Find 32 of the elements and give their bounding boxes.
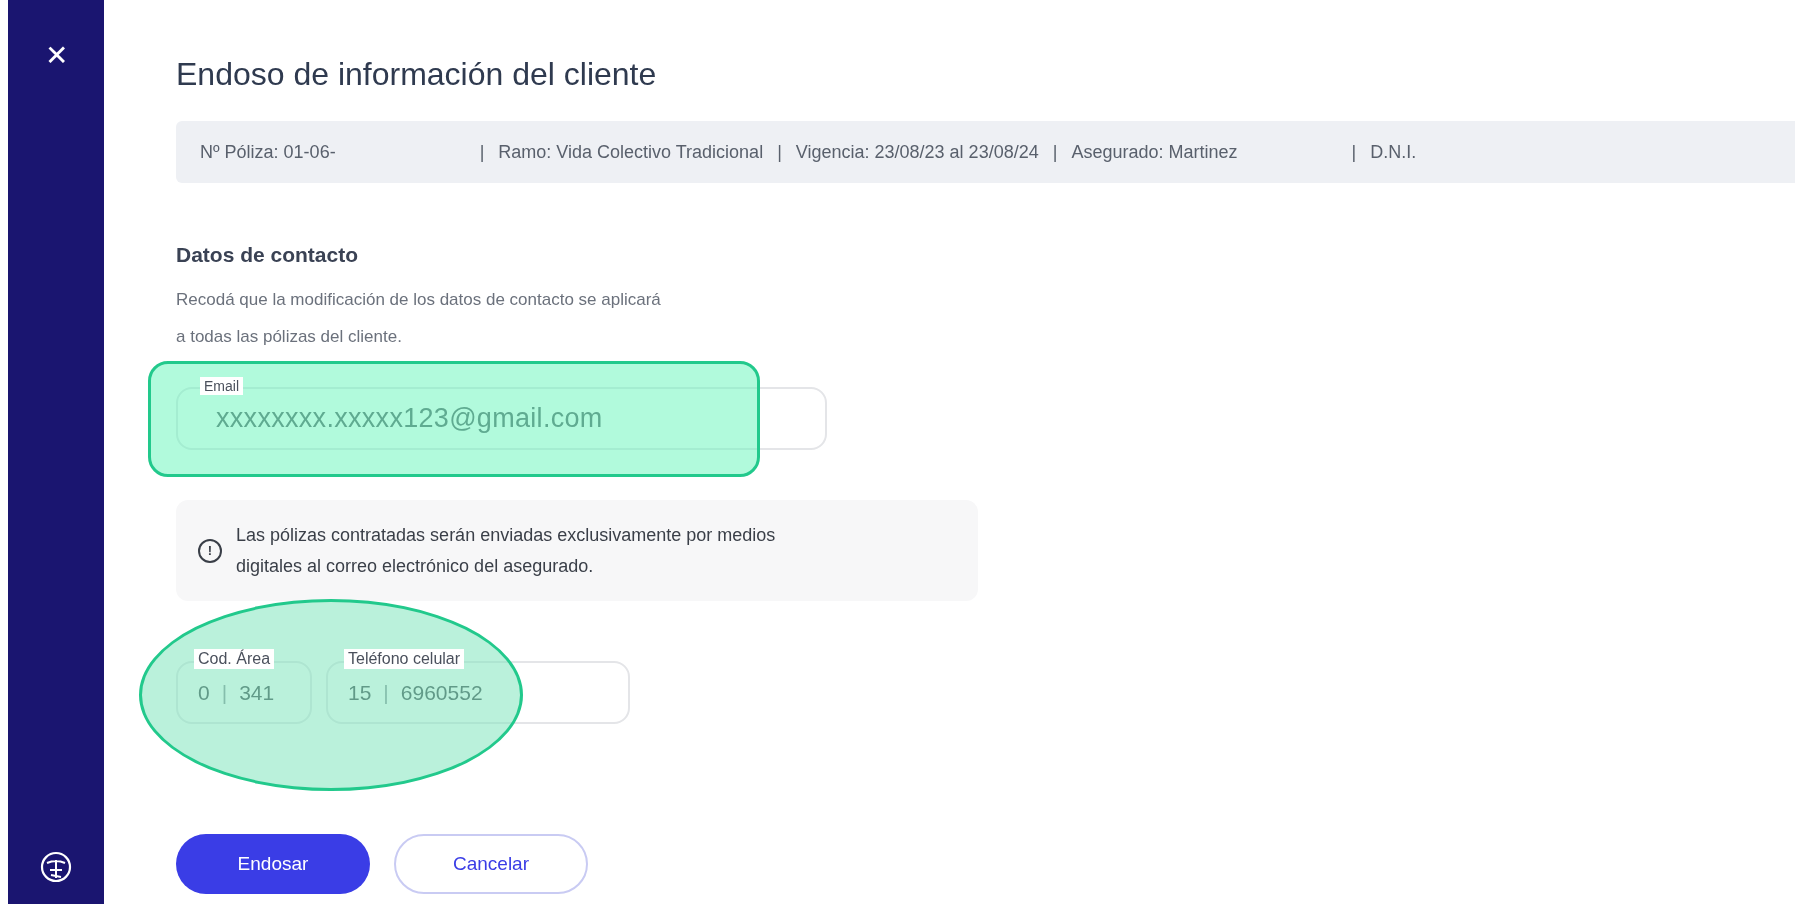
section-description: Recodá que la modificación de los datos de contacto se aplicará [176, 289, 662, 311]
area-code-field[interactable]: Cod. Área 0 | 341 [176, 649, 312, 724]
field-label: Cod. Área [194, 649, 275, 669]
email-field[interactable]: Email xxxxxxxx.xxxxx123@gmail.com [176, 377, 827, 450]
field-value: xxxxxxxx.xxxxx123@gmail.com [216, 403, 603, 434]
emblem-icon [39, 850, 73, 884]
policy-info-text: Ramo: Vida Colectivo Tradicional [498, 141, 764, 163]
notice-text: Las pólizas contratadas serán enviadas exclusivamente por medios digitales al correo electrónico del asegurado. [236, 523, 776, 578]
field-value: 341 [239, 680, 275, 705]
section-description: a todas las pólizas del cliente. [176, 326, 403, 348]
phone-field[interactable]: Teléfono celular 15 | 6960552 [326, 649, 630, 724]
endorse-button[interactable]: Endosar [176, 834, 370, 894]
policy-info-text: Nº Póliza: 01-06- [200, 141, 336, 163]
separator: | [479, 141, 485, 163]
warning-icon: ! [198, 538, 222, 563]
close-button[interactable]: ✕ [44, 42, 68, 70]
cancel-button[interactable]: Cancelar [394, 834, 588, 894]
separator: | [221, 680, 228, 705]
policy-info-text: Asegurado: Martinez [1071, 141, 1238, 163]
field-label: Teléfono celular [344, 649, 465, 669]
separator: | [777, 141, 782, 163]
field-label: Email [200, 377, 243, 395]
field-value: 6960552 [400, 680, 483, 705]
page-title: Endoso de información del cliente [176, 56, 658, 93]
policy-info-text: Vigencia: 23/08/23 al 23/08/24 [795, 141, 1039, 163]
phone-prefix: 15 [348, 680, 372, 705]
separator: | [383, 680, 389, 705]
separator: | [1052, 141, 1058, 163]
section-heading: Datos de contacto [176, 243, 360, 267]
separator: | [1351, 141, 1357, 163]
phone-prefix: 0 [198, 680, 210, 705]
policy-info-text: D.N.I. [1370, 141, 1417, 163]
